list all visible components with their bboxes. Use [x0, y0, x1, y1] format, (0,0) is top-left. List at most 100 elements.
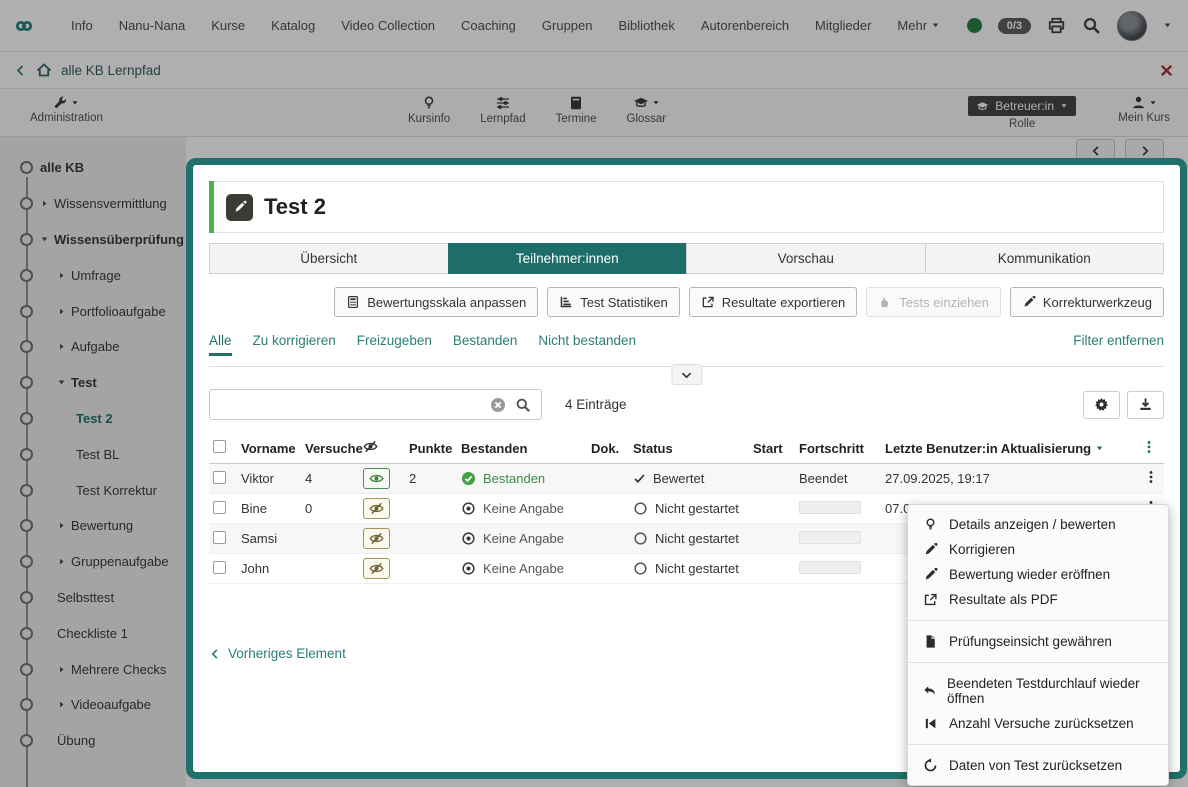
progress-bar [799, 561, 861, 574]
col-header-fortschritt[interactable]: Fortschritt [795, 433, 881, 464]
col-header-versuche[interactable]: Versuche [301, 433, 359, 464]
header-row-menu[interactable] [1138, 433, 1164, 464]
dot-circle-icon [461, 561, 476, 576]
col-header-punkte[interactable]: Punkte [405, 433, 457, 464]
check-circle-icon [461, 471, 476, 486]
chevron-down-icon [681, 369, 693, 381]
row-checkbox[interactable] [213, 561, 226, 574]
start-cell [749, 494, 795, 524]
col-header-bestanden[interactable]: Bestanden [457, 433, 587, 464]
points-cell [405, 524, 457, 554]
points-cell: 2 [405, 464, 457, 494]
visibility-toggle[interactable] [363, 528, 390, 549]
gear-icon [1094, 397, 1109, 412]
export-icon [922, 592, 939, 607]
tab-kommunikation[interactable]: Kommunikation [925, 243, 1165, 274]
test-statistiken-button[interactable]: Test Statistiken [547, 287, 679, 317]
col-header-vorname[interactable]: Vorname [237, 433, 301, 464]
expand-filters-button[interactable] [671, 364, 702, 385]
menu-separator [908, 744, 1168, 745]
participant-name[interactable]: John [237, 554, 301, 584]
points-cell [405, 494, 457, 524]
menu-item-beendeten-testdurchlauf-wieder-ffnen[interactable]: Beendeten Testdurchlauf wieder öffnen [908, 671, 1168, 711]
menu-item-anzahl-versuche-zur-cksetzen[interactable]: Anzahl Versuche zurücksetzen [908, 711, 1168, 736]
menu-item-resultate-als-pdf[interactable]: Resultate als PDF [908, 587, 1168, 612]
passed-cell: Keine Angabe [457, 524, 587, 554]
col-header-dok[interactable]: Dok. [587, 433, 629, 464]
bewertungsskala-anpassen-button[interactable]: Bewertungsskala anpassen [334, 287, 538, 317]
skip-back-icon [922, 716, 939, 731]
filter-freizugeben[interactable]: Freizugeben [357, 333, 432, 356]
tab-teilnehmer-innen[interactable]: Teilnehmer:innen [448, 243, 688, 274]
participant-name[interactable]: Samsi [237, 524, 301, 554]
doc-cell [587, 524, 629, 554]
attempts-cell: 4 [301, 464, 359, 494]
status-cell: Nicht gestartet [629, 554, 749, 584]
row-checkbox[interactable] [213, 471, 226, 484]
col-header-start[interactable]: Start [749, 433, 795, 464]
remove-filter-link[interactable]: Filter entfernen [1073, 333, 1164, 348]
tab-bersicht[interactable]: Übersicht [209, 243, 449, 274]
menu-item-korrigieren[interactable]: Korrigieren [908, 537, 1168, 562]
menu-item-daten-von-test-zur-cksetzen[interactable]: Daten von Test zurücksetzen [908, 753, 1168, 778]
visibility-toggle[interactable] [363, 558, 390, 579]
col-header-status[interactable]: Status [629, 433, 749, 464]
doc-cell [587, 494, 629, 524]
row-checkbox[interactable] [213, 531, 226, 544]
attempts-cell [301, 524, 359, 554]
dot-circle-icon [461, 501, 476, 516]
resultate-exportieren-button[interactable]: Resultate exportieren [689, 287, 858, 317]
search-icon[interactable] [515, 397, 531, 413]
kebab-icon [1142, 440, 1156, 454]
filter-zu-korrigieren[interactable]: Zu korrigieren [253, 333, 336, 356]
reset-icon [922, 758, 939, 773]
action-button-row: Bewertungsskala anpassen Test Statistiken… [209, 287, 1164, 317]
passed-cell: Keine Angabe [457, 494, 587, 524]
tab-vorschau[interactable]: Vorschau [686, 243, 926, 274]
points-cell [405, 554, 457, 584]
empty-circle-icon [633, 531, 648, 546]
row-checkbox[interactable] [213, 501, 226, 514]
page-title: Test 2 [264, 194, 326, 220]
table-download-button[interactable] [1127, 391, 1164, 419]
visibility-toggle[interactable] [363, 498, 390, 519]
col-header-visibility[interactable] [359, 433, 405, 464]
start-cell [749, 524, 795, 554]
filter-nicht-bestanden[interactable]: Nicht bestanden [538, 333, 636, 356]
download-icon [1138, 397, 1153, 412]
eye-slash-icon [369, 561, 384, 576]
progress-cell [795, 494, 881, 524]
chart-icon [559, 295, 573, 309]
search-box [209, 389, 542, 420]
col-header-letzte-benutzer-in-aktualisierung[interactable]: Letzte Benutzer:in Aktualisierung [881, 433, 1138, 464]
row-menu-button[interactable] [1138, 464, 1164, 494]
check-icon [633, 472, 646, 485]
table-settings-button[interactable] [1083, 391, 1120, 419]
clear-search-icon[interactable] [490, 397, 506, 413]
filter-row: Alle Zu korrigieren Freizugeben Bestanden Ni… [209, 333, 1164, 356]
previous-element-link[interactable]: Vorheriges Element [209, 646, 346, 661]
eye-slash-icon [369, 531, 384, 546]
menu-item-details-anzeigen-bewerten[interactable]: Details anzeigen / bewerten [908, 512, 1168, 537]
progress-cell: Beendet [795, 464, 881, 494]
pencil-icon [233, 200, 247, 214]
bulb-icon [922, 517, 939, 532]
filter-bestanden[interactable]: Bestanden [453, 333, 518, 356]
select-all-checkbox[interactable] [213, 440, 226, 453]
chevron-left-icon [209, 648, 221, 660]
filter-alle[interactable]: Alle [209, 333, 232, 356]
participant-name[interactable]: Bine [237, 494, 301, 524]
korrekturwerkzeug-button[interactable]: Korrekturwerkzeug [1010, 287, 1164, 317]
doc-cell [587, 554, 629, 584]
progress-bar [799, 531, 861, 544]
progress-bar [799, 501, 861, 514]
participant-name[interactable]: Viktor [237, 464, 301, 494]
row-context-menu: Details anzeigen / bewertenKorrigierenBe… [907, 504, 1169, 786]
last-updated-cell[interactable]: 27.09.2025, 19:17 [881, 464, 1138, 494]
visibility-toggle[interactable] [363, 468, 390, 489]
menu-item-bewertung-wieder-er-ffnen[interactable]: Bewertung wieder eröffnen [908, 562, 1168, 587]
menu-item-pr-fungseinsicht-gew-hren[interactable]: Prüfungseinsicht gewähren [908, 629, 1168, 654]
search-input[interactable] [210, 397, 490, 412]
kebab-icon [1144, 470, 1158, 484]
undo-icon [922, 684, 937, 699]
